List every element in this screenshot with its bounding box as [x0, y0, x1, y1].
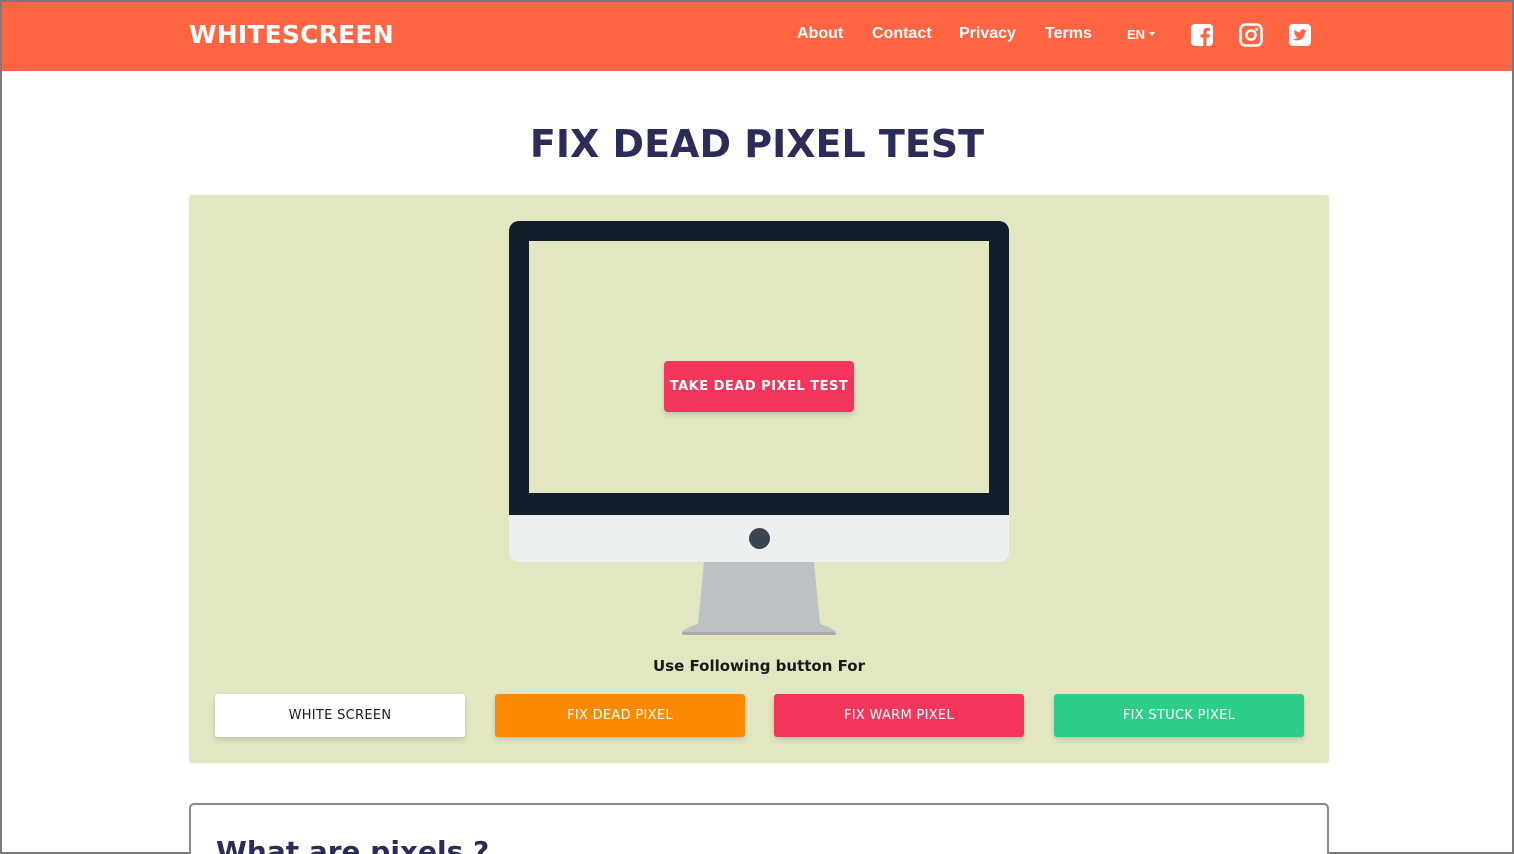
page-title: FIX DEAD PIXEL TEST — [529, 122, 985, 166]
info-heading: What are pixels ? — [216, 835, 490, 854]
monitor-screen: TAKE DEAD PIXEL TEST — [529, 241, 989, 493]
nav-link-privacy[interactable]: Privacy — [959, 24, 1016, 44]
fix-warm-pixel-button[interactable]: FIX WARM PIXEL — [774, 694, 1024, 737]
fix-stuck-pixel-button[interactable]: FIX STUCK PIXEL — [1054, 694, 1304, 737]
nav-link-contact[interactable]: Contact — [872, 24, 932, 44]
language-dropdown[interactable]: EN — [1127, 27, 1156, 43]
monitor-chin — [509, 515, 1009, 562]
monitor-camera-dot — [749, 528, 770, 549]
fix-dead-pixel-button[interactable]: FIX DEAD PIXEL — [495, 694, 745, 737]
twitter-icon[interactable] — [1288, 23, 1312, 47]
language-label: EN — [1127, 27, 1146, 42]
monitor-stand — [679, 562, 839, 638]
white-screen-button[interactable]: WHITE SCREEN — [215, 694, 465, 737]
navbar: WHITESCREEN About Contact Privacy Terms … — [2, 2, 1512, 71]
hero-section: TAKE DEAD PIXEL TEST Use Following butto… — [189, 195, 1329, 763]
info-card: What are pixels ? — [189, 803, 1329, 854]
nav-link-about[interactable]: About — [797, 24, 843, 44]
nav-link-terms[interactable]: Terms — [1045, 24, 1092, 44]
brand-logo[interactable]: WHITESCREEN — [189, 20, 394, 49]
instagram-icon[interactable] — [1239, 23, 1263, 47]
take-dead-pixel-test-button[interactable]: TAKE DEAD PIXEL TEST — [664, 361, 854, 412]
caret-down-icon — [1149, 32, 1156, 36]
facebook-icon[interactable] — [1190, 23, 1214, 47]
subcaption-text: Use Following button For — [653, 657, 865, 675]
monitor-illustration: TAKE DEAD PIXEL TEST — [509, 221, 1009, 515]
